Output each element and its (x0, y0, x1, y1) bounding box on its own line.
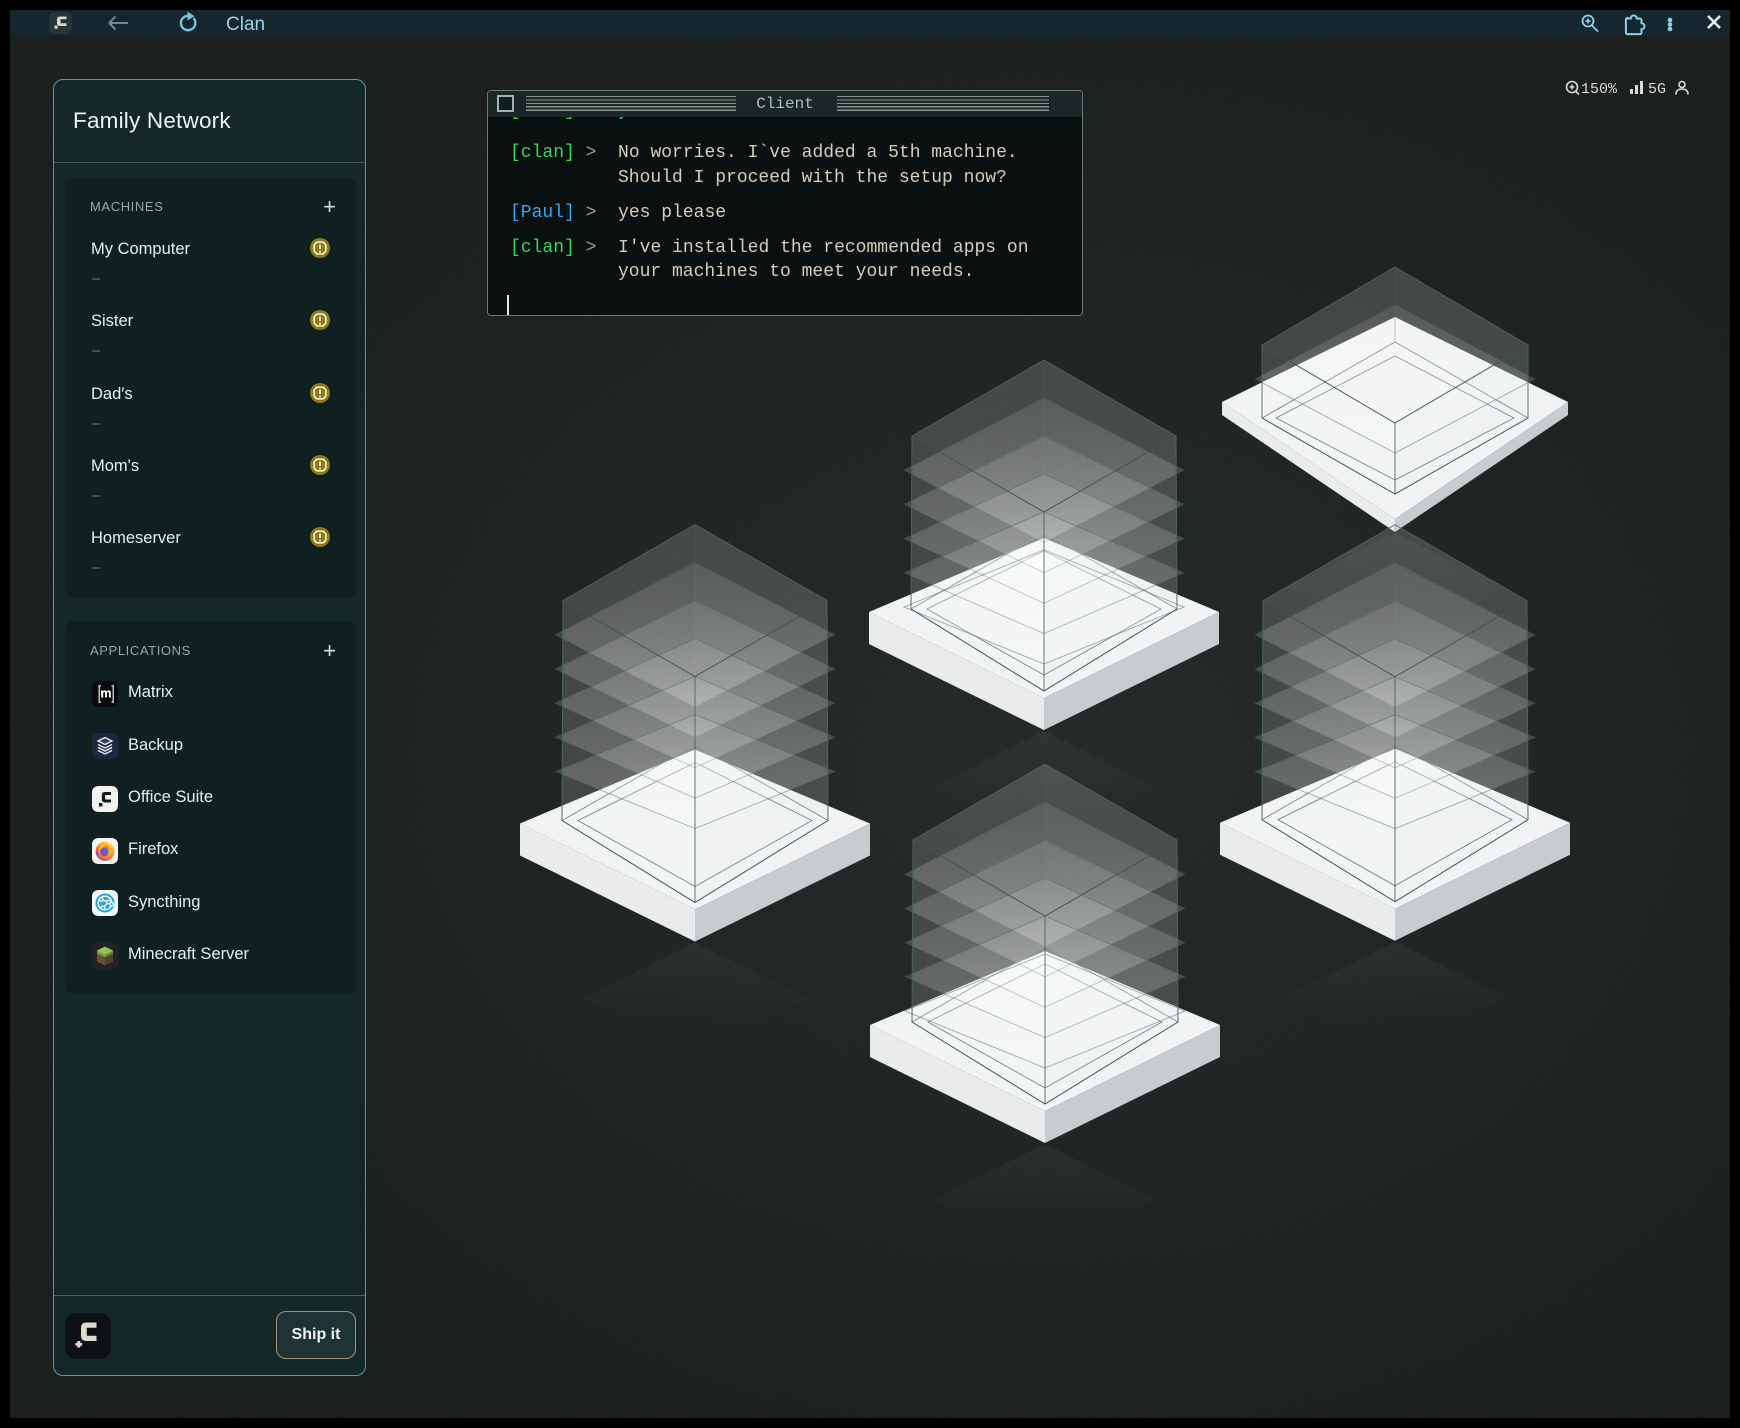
svg-text:5G: 5G (1648, 81, 1666, 96)
svg-text:150%: 150% (1581, 81, 1618, 96)
svg-text:Clan: Clan (226, 14, 265, 35)
